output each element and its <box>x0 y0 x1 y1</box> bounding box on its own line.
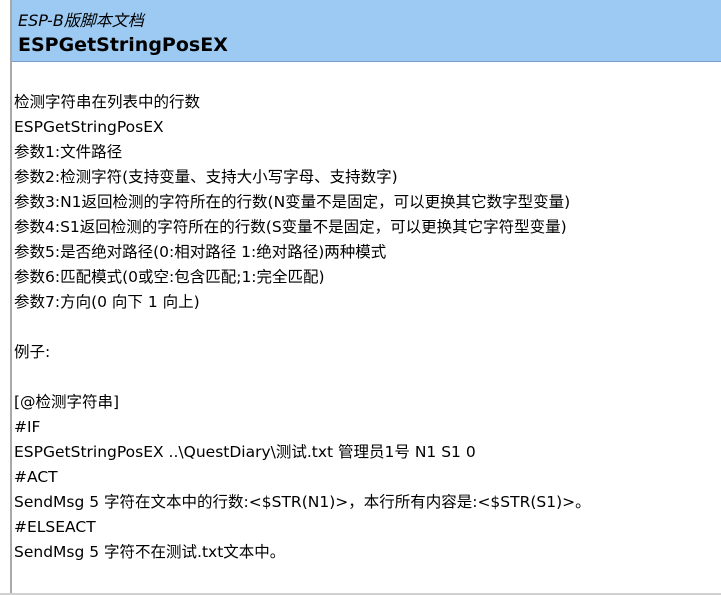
param-line: 参数7:方向(0 向下 1 向上) <box>14 293 200 311</box>
example-label: 例子: <box>14 343 51 361</box>
doc-header: ESP-B版脚本文档 ESPGetStringPosEX <box>12 0 721 62</box>
param-line: 参数3:N1返回检测的字符所在的行数(N变量不是固定，可以更换其它数字型变量) <box>14 193 571 211</box>
example-line: #ACT <box>14 468 58 486</box>
param-line: 参数1:文件路径 <box>14 143 123 161</box>
param-line: 参数5:是否绝对路径(0:相对路径 1:绝对路径)两种模式 <box>14 243 387 261</box>
doc-subtitle: ESP-B版脚本文档 <box>18 11 144 30</box>
example-line: ESPGetStringPosEX ..\QuestDiary\测试.txt 管… <box>14 443 476 461</box>
example-line: #IF <box>14 418 41 436</box>
param-line: 参数4:S1返回检测的字符所在的行数(S变量不是固定，可以更换其它字符型变量) <box>14 218 567 236</box>
doc-body: 检测字符串在列表中的行数 ESPGetStringPosEX 参数1:文件路径 … <box>14 90 714 565</box>
param-line: 参数6:匹配模式(0或空:包含匹配;1:完全匹配) <box>14 268 325 286</box>
summary-text: 检测字符串在列表中的行数 <box>14 93 201 111</box>
document-window: ESP-B版脚本文档 ESPGetStringPosEX 检测字符串在列表中的行… <box>0 0 721 595</box>
example-line: [@检测字符串] <box>14 393 120 411</box>
example-line: #ELSEACT <box>14 518 96 536</box>
example-line: SendMsg 5 字符在文本中的行数:<$STR(N1)>，本行所有内容是:<… <box>14 493 591 511</box>
command-name: ESPGetStringPosEX <box>14 118 164 136</box>
example-line: SendMsg 5 字符不在测试.txt文本中。 <box>14 543 286 561</box>
left-border <box>10 0 12 595</box>
param-line: 参数2:检测字符(支持变量、支持大小写字母、支持数字) <box>14 168 398 186</box>
doc-title: ESPGetStringPosEX <box>18 34 228 56</box>
